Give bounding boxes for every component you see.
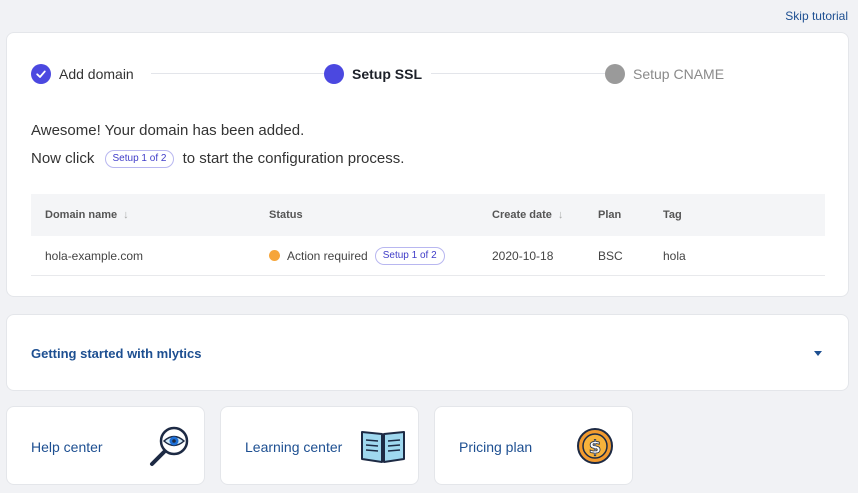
- step-label: Setup CNAME: [633, 66, 725, 82]
- tile-label: Pricing plan: [459, 439, 533, 455]
- pricing-plan-card[interactable]: Pricing plan $: [434, 406, 633, 485]
- tile-label: Help center: [31, 439, 103, 455]
- step-setup-ssl[interactable]: Setup SSL: [324, 63, 431, 85]
- getting-started-title: Getting started with mlytics: [31, 346, 202, 361]
- setup-row-button[interactable]: Setup 1 of 2: [374, 246, 445, 265]
- plan-cell: BSC: [598, 248, 623, 263]
- column-plan: Plan: [598, 209, 622, 221]
- column-status: Status: [269, 209, 303, 221]
- setup-card: Add domain Setup SSL Setup CNAME Awesome…: [6, 32, 849, 297]
- help-center-card[interactable]: Help center: [6, 406, 205, 485]
- open-book-icon: [359, 426, 407, 471]
- domains-table: Domain name ↓ Status Create date ↓ Plan …: [31, 194, 825, 276]
- tile-label: Learning center: [245, 439, 343, 455]
- create-date-cell: 2020-10-18: [492, 248, 554, 263]
- stepper-connector: [151, 73, 331, 74]
- domain-cell[interactable]: hola-example.com: [45, 249, 143, 263]
- skip-tutorial-link[interactable]: Skip tutorial: [785, 9, 848, 23]
- table-header: Domain name ↓ Status Create date ↓ Plan …: [31, 194, 825, 236]
- column-domain-name[interactable]: Domain name ↓: [45, 209, 129, 221]
- status-cell: Action required Setup 1 of 2: [269, 246, 445, 265]
- learning-center-card[interactable]: Learning center: [220, 406, 419, 485]
- getting-started-panel[interactable]: Getting started with mlytics: [6, 314, 849, 391]
- setup-stepper: Add domain Setup SSL Setup CNAME: [31, 63, 731, 85]
- magnifier-eye-icon: [147, 423, 193, 474]
- sort-arrow-icon[interactable]: ↓: [123, 209, 129, 221]
- active-step-icon: [324, 64, 344, 84]
- pending-step-icon: [605, 64, 625, 84]
- status-dot-icon: [269, 250, 280, 261]
- tag-cell: hola: [663, 248, 686, 263]
- step-add-domain[interactable]: Add domain: [31, 63, 142, 85]
- caret-down-icon[interactable]: [814, 351, 822, 356]
- column-create-date[interactable]: Create date ↓: [492, 209, 563, 221]
- success-message: Awesome! Your domain has been added. Now…: [31, 117, 404, 173]
- step-setup-cname[interactable]: Setup CNAME: [605, 63, 725, 85]
- message-line-2: Now click Setup 1 of 2 to start the conf…: [31, 150, 405, 169]
- check-icon: [31, 64, 51, 84]
- status-text: Action required: [287, 248, 368, 263]
- step-label: Add domain: [59, 66, 134, 82]
- step-label: Setup SSL: [352, 66, 423, 82]
- svg-text:$: $: [589, 437, 602, 458]
- table-row[interactable]: hola-example.com Action required Setup 1…: [31, 236, 825, 276]
- message-line-1: Awesome! Your domain has been added.: [31, 122, 305, 139]
- column-tag: Tag: [663, 209, 682, 221]
- stepper-connector: [431, 73, 611, 74]
- sort-arrow-icon[interactable]: ↓: [558, 209, 564, 221]
- dollar-coin-icon: $: [575, 424, 619, 473]
- setup-inline-button[interactable]: Setup 1 of 2: [104, 150, 175, 169]
